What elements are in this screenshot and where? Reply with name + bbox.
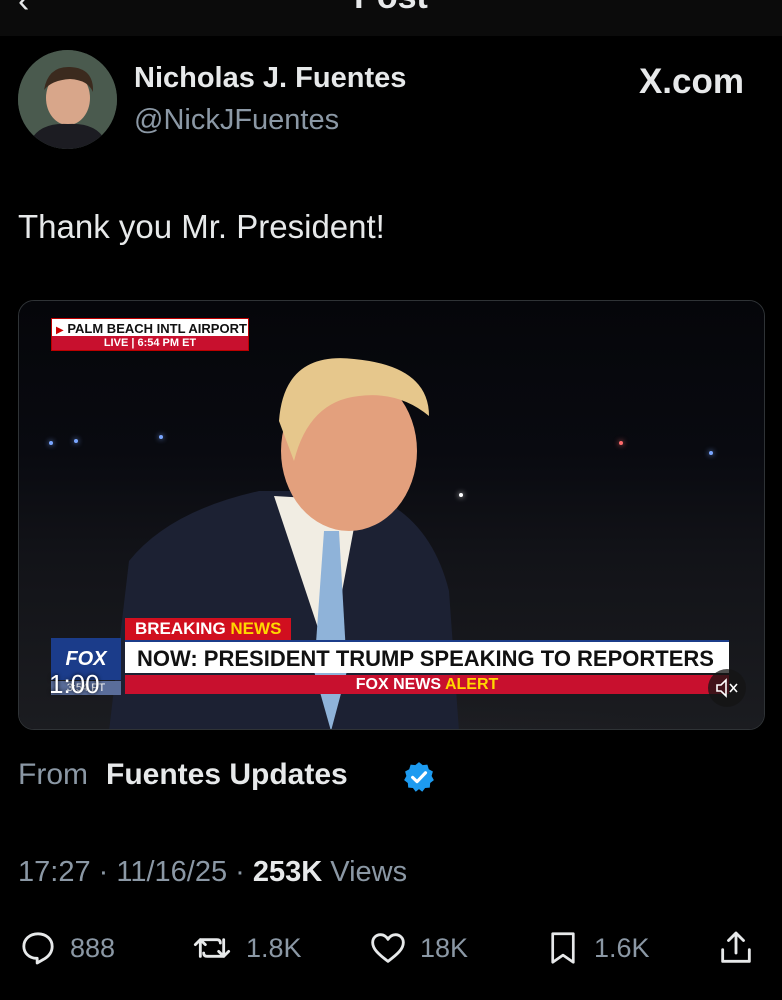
alert-word: ALERT (444, 676, 499, 693)
views-label: Views (330, 856, 408, 888)
bookmark-icon (551, 932, 575, 964)
like-button[interactable]: 18K (368, 926, 468, 970)
breaking-word: BREAKING (135, 619, 226, 638)
from-label: From (18, 758, 88, 791)
breaking-news-tag: BREAKING NEWS (125, 618, 292, 640)
mute-button[interactable] (708, 669, 746, 707)
live-time-text: LIVE | 6:54 PM ET (52, 336, 248, 350)
author-handle[interactable]: @NickJFuentes (134, 104, 339, 137)
news-headline: NOW: PRESIDENT TRUMP SPEAKING TO REPORTE… (125, 640, 729, 673)
post-time[interactable]: 17:27 (18, 856, 91, 888)
author-name[interactable]: Nicholas J. Fuentes (134, 62, 406, 95)
avatar[interactable] (18, 50, 117, 149)
source-line: From Fuentes Updates (18, 758, 348, 792)
heart-icon (371, 933, 405, 963)
speaker-muted-icon (716, 678, 738, 698)
like-count: 18K (420, 932, 469, 963)
tweet-text: Thank you Mr. President! (18, 208, 385, 245)
views-count: 253K (252, 856, 323, 888)
video-player[interactable]: ▶ PALM BEACH INTL AIRPORT LIVE | 6:54 PM… (18, 300, 765, 730)
x-watermark: X.com (638, 62, 744, 101)
profile-photo-icon (18, 50, 117, 149)
repost-icon (193, 938, 231, 958)
repost-count: 1.8K (246, 932, 302, 963)
repost-button[interactable]: 1.8K (190, 926, 302, 970)
share-button[interactable] (716, 926, 756, 970)
reply-count: 888 (70, 932, 116, 963)
play-triangle-icon: ▶ (56, 325, 64, 336)
news-word: NEWS (230, 619, 282, 638)
alert-prefix: FOX NEWS (355, 676, 442, 693)
bookmark-count: 1.6K (594, 932, 650, 963)
post-meta: 17:27 · 11/16/25 · 253K Views (18, 856, 408, 888)
source-name[interactable]: Fuentes Updates (106, 758, 348, 791)
top-bar: ‹ Post (0, 0, 782, 36)
reply-icon (22, 932, 54, 965)
post-date[interactable]: 11/16/25 (116, 856, 227, 888)
page-title: Post (0, 0, 782, 17)
location-lower-third: ▶ PALM BEACH INTL AIRPORT LIVE | 6:54 PM… (51, 318, 249, 351)
bookmark-button[interactable]: 1.6K (544, 926, 650, 970)
action-bar: 888 1.8K 18K 1.6K (0, 926, 782, 970)
share-icon (721, 931, 751, 963)
reply-button[interactable]: 888 (18, 926, 115, 970)
fox-news-alert-bar: FOX NEWS ALERT (125, 675, 729, 694)
verified-badge-icon (404, 762, 434, 792)
video-timer: 1:00 (49, 669, 100, 699)
location-text: PALM BEACH INTL AIRPORT (67, 321, 247, 336)
